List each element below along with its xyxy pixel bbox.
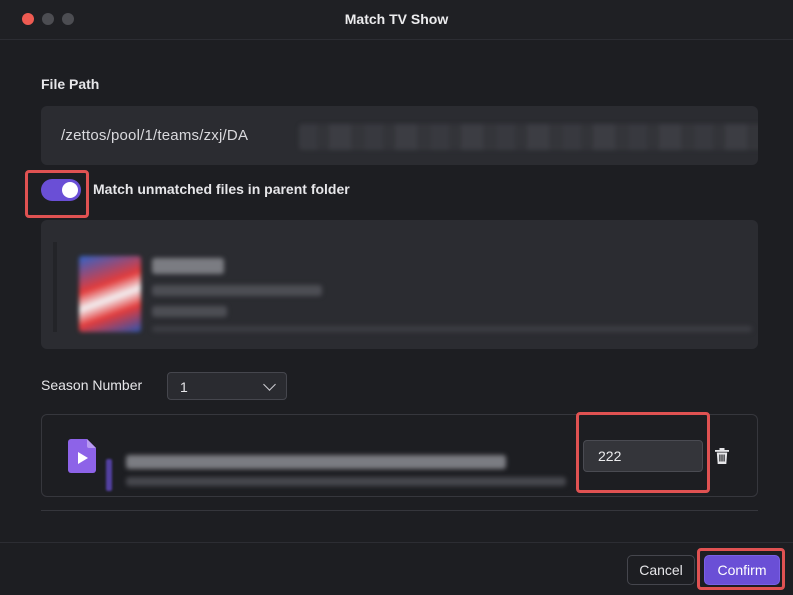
matched-show-card[interactable] xyxy=(41,220,758,349)
show-year-redacted xyxy=(152,306,227,317)
season-number-select[interactable]: 1 xyxy=(167,372,287,400)
footer-divider xyxy=(0,542,793,543)
file-path-value: /zettos/pool/1/teams/zxj/DA xyxy=(61,127,249,144)
chevron-down-icon xyxy=(263,378,276,391)
confirm-button[interactable]: Confirm xyxy=(704,555,780,585)
show-title-redacted xyxy=(152,258,224,274)
season-number-label: Season Number xyxy=(41,377,143,393)
matched-show-item xyxy=(53,242,752,332)
window-title: Match TV Show xyxy=(344,11,449,27)
match-parent-label: Match unmatched files in parent folder xyxy=(93,181,350,197)
file-path-label: File Path xyxy=(41,76,100,92)
trash-icon[interactable] xyxy=(715,448,729,464)
file-path-redacted xyxy=(299,124,758,150)
title-bar: Match TV Show xyxy=(0,0,793,40)
file-list-row xyxy=(41,414,758,497)
episode-number-input[interactable] xyxy=(583,440,703,472)
cancel-button[interactable]: Cancel xyxy=(627,555,695,585)
list-divider xyxy=(41,510,758,511)
show-detail-redacted xyxy=(152,326,752,332)
season-number-value: 1 xyxy=(180,379,188,395)
file-path-field: /zettos/pool/1/teams/zxj/DA xyxy=(41,106,758,165)
toggle-knob xyxy=(62,182,78,198)
file-name-redacted xyxy=(126,455,506,469)
video-file-icon xyxy=(68,439,96,473)
file-row-accent xyxy=(106,459,112,491)
file-path-detail-redacted xyxy=(126,477,566,486)
show-poster xyxy=(79,256,141,332)
show-meta-redacted xyxy=(152,285,322,296)
match-parent-toggle[interactable] xyxy=(41,179,81,201)
